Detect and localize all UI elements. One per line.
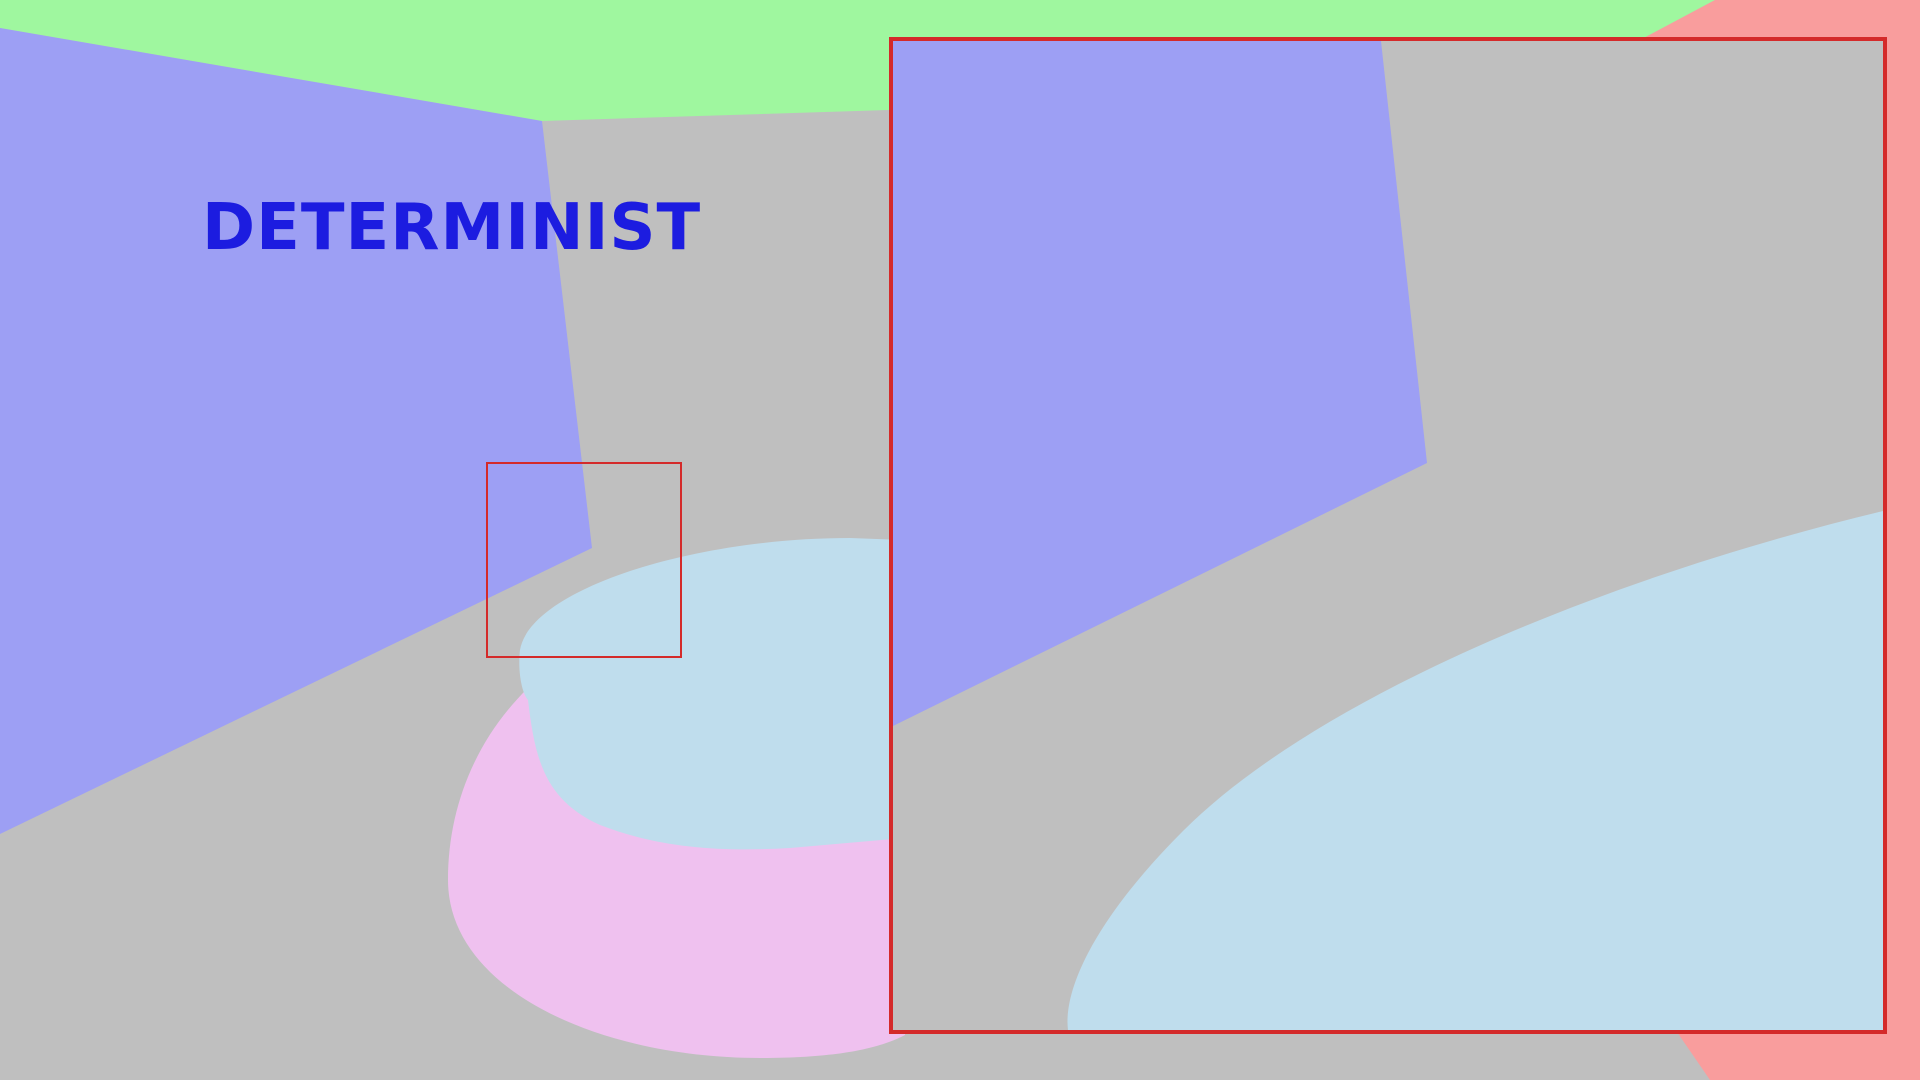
scene-label: DETERMINIST [202, 191, 702, 265]
zoom-inset-canvas [893, 41, 1883, 1030]
zoom-inset-panel [889, 37, 1887, 1034]
render-view: DETERMINIST [0, 0, 1920, 1080]
